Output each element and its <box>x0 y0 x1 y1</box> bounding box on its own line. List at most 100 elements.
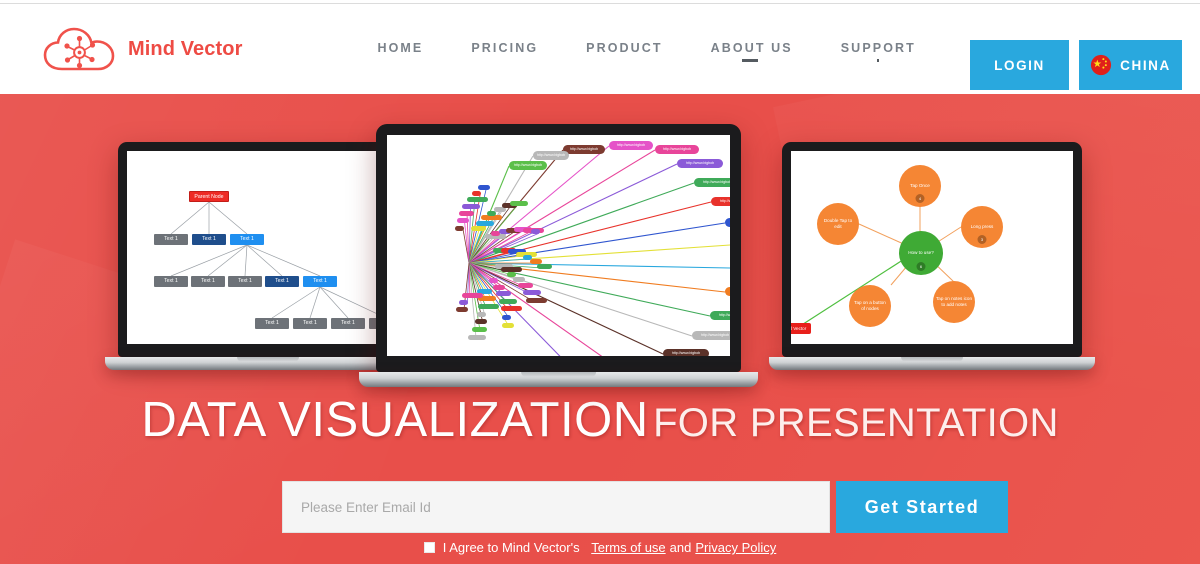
agree-checkbox[interactable] <box>423 542 435 553</box>
radial-node <box>470 226 486 232</box>
radial-node <box>499 298 518 304</box>
radial-node <box>478 303 500 309</box>
nav-item-product[interactable]: PRODUCT <box>586 41 663 58</box>
nav-item-support[interactable]: SUPPORT <box>841 41 916 58</box>
radial-node <box>509 200 528 206</box>
tree-node: Text 1 <box>154 234 188 245</box>
radial-node: http://www.bigbob <box>710 311 730 320</box>
tree-node: Text 1 <box>293 318 327 329</box>
laptop-center-screen: http://www.bigbob http://www.bigbob http:/… <box>387 135 730 356</box>
laptop-center-lid: http://www.bigbob http://www.bigbob http:/… <box>376 124 741 372</box>
get-started-button[interactable]: Get Started <box>836 481 1008 533</box>
laptop-right-lid: How to use? 6 Tap Once 4 Long press 3 Do… <box>782 142 1082 357</box>
bubble-node: Double Tap to edit <box>817 203 859 245</box>
bubble-mindmap: How to use? 6 Tap Once 4 Long press 3 Do… <box>791 151 1073 344</box>
radial-node: http://www.bigbob <box>725 218 730 227</box>
radial-node <box>500 306 522 312</box>
radial-node <box>455 306 468 312</box>
nav-item-home[interactable]: HOME <box>377 41 423 58</box>
laptop-left-lid: Parent Node Text 1 Text 1 Text 1 Text 1 … <box>118 142 418 357</box>
brand-logo[interactable]: Mind Vector <box>42 25 242 73</box>
radial-node <box>455 225 465 231</box>
laptop-right: How to use? 6 Tap Once 4 Long press 3 Do… <box>769 142 1095 370</box>
radial-node: http://www.bigbob <box>711 197 730 206</box>
brand-name: Mind Vector <box>128 37 243 60</box>
radial-node <box>522 290 541 296</box>
header-actions: LOGIN CHINA <box>970 40 1182 90</box>
tree-node: Text 1 <box>265 276 299 287</box>
bubble-badge: 3 <box>977 235 987 244</box>
radial-node: http://www.bigbob <box>677 159 723 168</box>
radial-node <box>530 229 540 235</box>
radial-node <box>501 314 511 320</box>
radial-node <box>488 278 498 284</box>
tree-node: Text 1 <box>191 276 225 287</box>
laptop-left: Parent Node Text 1 Text 1 Text 1 Text 1 … <box>105 142 431 370</box>
bubble-label: Tap Once <box>910 183 930 189</box>
radial-node <box>477 311 486 317</box>
radial-node: http://www.bigbob <box>655 145 699 154</box>
tree-node: Text 1 <box>192 234 226 245</box>
hero-headline: DATA VISUALIZATION FOR PRESENTATION <box>0 392 1200 448</box>
country-selector-button[interactable]: CHINA <box>1079 40 1182 90</box>
radial-node <box>472 327 488 333</box>
radial-node <box>526 297 548 303</box>
radial-node: http://www.bigbob <box>533 151 569 160</box>
bubble-node: Tap on a button of nodes <box>849 285 891 327</box>
bubble-node: Tap Once 4 <box>899 165 941 207</box>
radial-node <box>501 323 514 329</box>
radial-node: http://www.bigbob <box>663 349 709 356</box>
radial-node: http://www.bigbob <box>725 287 730 296</box>
hero-section: Parent Node Text 1 Text 1 Text 1 Text 1 … <box>0 94 1200 564</box>
terms-of-use-link[interactable]: Terms of use <box>591 540 665 555</box>
login-button[interactable]: LOGIN <box>970 40 1069 90</box>
privacy-policy-link[interactable]: Privacy Policy <box>695 540 776 555</box>
radial-node: http://www.bigbob <box>692 331 730 340</box>
cloud-network-icon <box>43 27 115 71</box>
bubble-badge: 6 <box>916 262 926 271</box>
radial-node <box>507 271 517 277</box>
radial-node: http://www.bigbob <box>609 141 653 150</box>
bubble-node: Long press 3 <box>961 206 1003 248</box>
bubble-label: Tap on a button of nodes <box>854 300 886 311</box>
headline-primary: DATA VISUALIZATION <box>141 393 649 447</box>
nav-item-pricing[interactable]: PRICING <box>471 41 538 58</box>
china-flag-icon <box>1091 54 1112 76</box>
radial-node <box>480 215 502 221</box>
tree-diagram: Parent Node Text 1 Text 1 Text 1 Text 1 … <box>127 151 409 344</box>
site-header: Mind Vector HOME PRICING PRODUCT ABOUT U… <box>0 4 1200 94</box>
bubble-label: Double Tap to edit <box>823 218 853 229</box>
laptop-showcase: Parent Node Text 1 Text 1 Text 1 Text 1 … <box>0 94 1200 394</box>
radial-node <box>512 277 525 283</box>
bubble-center: How to use? 6 <box>899 231 943 275</box>
radial-node <box>493 284 506 290</box>
bubble-badge: 4 <box>915 194 925 203</box>
page-root: Mind Vector HOME PRICING PRODUCT ABOUT U… <box>0 0 1200 564</box>
radial-node <box>472 190 482 196</box>
terms-agreement: I Agree to Mind Vector's Terms of use an… <box>0 540 1200 555</box>
radial-node <box>475 319 488 325</box>
tree-node-root: Parent Node <box>189 191 229 202</box>
radial-node <box>462 204 481 210</box>
bubble-root-tag: Mind Vector <box>791 323 812 334</box>
radial-node <box>518 283 534 289</box>
radial-node: http://www.bigbob <box>563 145 605 154</box>
tree-node: Text 1 <box>228 276 262 287</box>
headline-secondary: FOR PRESENTATION <box>653 401 1059 445</box>
country-label: CHINA <box>1120 57 1171 73</box>
laptop-center: http://www.bigbob http://www.bigbob http:/… <box>359 124 758 387</box>
laptop-center-base <box>359 372 758 387</box>
agree-conjunction: and <box>669 540 692 555</box>
radial-mindmap: http://www.bigbob http://www.bigbob http:/… <box>387 135 730 356</box>
radial-node: http://www.bigbob <box>694 178 730 187</box>
radial-node <box>536 264 552 270</box>
tree-node: Text 1 <box>154 276 188 287</box>
tree-node: Text 1 <box>255 318 289 329</box>
nav-item-about-us[interactable]: ABOUT US <box>711 41 793 58</box>
radial-node <box>461 292 483 298</box>
tree-connectors <box>170 201 387 319</box>
email-input[interactable] <box>282 481 830 533</box>
tree-node: Text 1 <box>303 276 337 287</box>
radial-node <box>466 197 488 203</box>
radial-node: http://www.bigbob <box>509 161 547 170</box>
